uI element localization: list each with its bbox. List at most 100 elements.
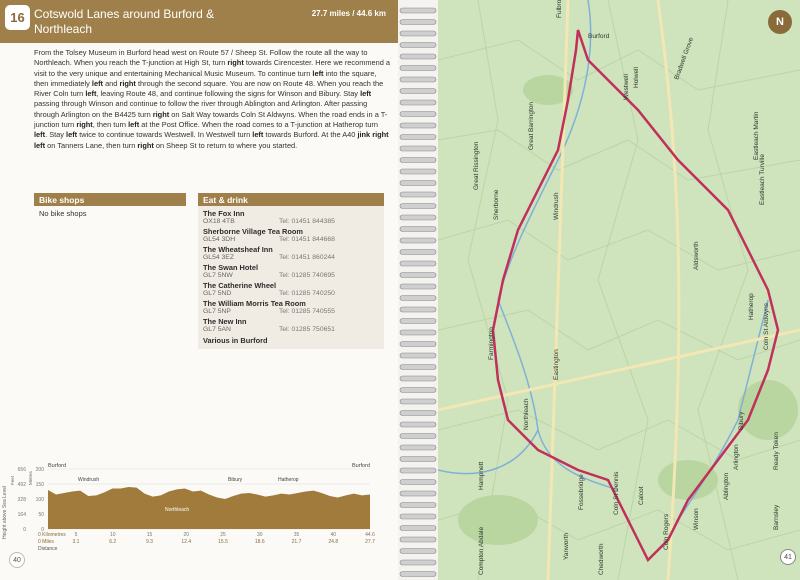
spiral-ring (399, 180, 437, 186)
description-bold: right (137, 140, 154, 150)
map-place-label: Coln St Aldwyns (763, 302, 770, 350)
map-place-label: Ablington (723, 473, 730, 500)
spiral-ring (399, 398, 437, 405)
spiral-ring (399, 203, 437, 209)
spiral-ring (399, 214, 437, 221)
profile-y-tick-ft: 492 (18, 482, 27, 488)
map-place-label: Holwell (633, 66, 640, 88)
profile-area (48, 487, 370, 529)
spiral-ring (399, 479, 437, 485)
venue-name: The Fox Inn (203, 209, 245, 218)
spiral-ring (399, 364, 437, 370)
description-text: , then turn (92, 120, 129, 130)
description-text: on Sheep St to return to where you start… (153, 140, 298, 150)
spiral-ring (399, 226, 437, 232)
spiral-ring (399, 88, 437, 94)
map-place-label: Sherborne (493, 189, 500, 220)
spiral-binding (398, 0, 438, 580)
spiral-ring (399, 456, 437, 462)
bike-shops-heading: Bike shops (34, 193, 186, 206)
map-place-label: Great Barrington (528, 102, 535, 150)
map-place-label: Ready Token (773, 432, 780, 470)
profile-km-tick: 44.6 (365, 532, 375, 538)
description-bold: left (91, 78, 104, 88)
map-place-label: Coln St Dennis (613, 471, 620, 515)
spiral-ring (399, 76, 437, 83)
venue-item: The Catherine Wheel GL7 5ND Tel: 01285 740… (203, 281, 379, 297)
profile-place-label: Bibury (228, 477, 243, 483)
spiral-ring (399, 19, 437, 25)
spiral-ring (399, 157, 437, 163)
spiral-ring (399, 341, 437, 347)
venue-phone: Tel: 01285 740555 (279, 308, 335, 315)
profile-y-tick-ft: 164 (18, 512, 27, 518)
north-compass-icon: N (768, 10, 792, 34)
spiral-ring (399, 306, 437, 313)
description-text: , leaving Route 48, and continue followi… (96, 89, 361, 99)
profile-mi-tick: 24.8 (328, 539, 338, 545)
elevation-profile: Height above Sea Level Feet Metres 200 656 15… (0, 455, 398, 555)
spiral-ring (399, 145, 437, 152)
eat-drink-box: Eat & drink The Fox Inn OX18 4TB Tel: 0145… (198, 193, 384, 349)
description-text: towards Burford. At the A40 (263, 130, 358, 140)
bike-shops-box: Bike shops No bike shops (34, 193, 186, 221)
map-place-label: Farmington (488, 327, 495, 360)
profile-km-tick: 10 (110, 532, 116, 538)
spiral-ring (399, 490, 437, 497)
map-place-label: Chedworth (598, 543, 605, 575)
spiral-ring (399, 249, 437, 255)
profile-mi-tick: 21.7 (292, 539, 302, 545)
page-number-left: 40 (9, 552, 25, 568)
venue-phone: Tel: 01285 750651 (279, 326, 335, 333)
venue-phone: Tel: 01285 740695 (279, 272, 335, 279)
venue-name: Sherborne Village Tea Room (203, 227, 303, 236)
map-place-label: Westwell (623, 74, 630, 100)
profile-km-tick: 30 (257, 532, 263, 538)
spiral-ring (399, 111, 437, 117)
description-bold: left (252, 130, 264, 140)
profile-km-tick: 5 (75, 532, 78, 538)
spiral-ring (399, 7, 437, 14)
map-place-label: Coln Rogers (663, 513, 670, 550)
spiral-ring (399, 467, 437, 474)
spiral-ring (399, 559, 437, 566)
left-page: 16 Cotswold Lanes around Burford & North… (0, 0, 398, 580)
description-text: on Tanners Lane, then turn (45, 140, 138, 150)
venue-name: The New Inn (203, 317, 247, 326)
spiral-ring (399, 421, 437, 428)
description-text: at the Post Office. When the road comes … (139, 120, 379, 130)
spiral-ring (399, 134, 437, 140)
eat-drink-extra: Various in Burford (203, 336, 268, 345)
profile-y-tick-m: 50 (38, 512, 44, 518)
profile-km-tick: 40 (330, 532, 336, 538)
profile-distance-label: Distance (38, 546, 58, 552)
profile-mi-tick: 9.3 (146, 539, 153, 545)
map-canvas: FulbrookBurfordWestwell Holwell Bradwell G… (438, 0, 800, 580)
profile-y-tick-ft: 328 (18, 497, 27, 503)
map-place-label: Aldsworth (693, 241, 700, 270)
profile-km-tick: 15 (147, 532, 153, 538)
spiral-ring (399, 65, 437, 71)
spiral-ring (399, 548, 437, 554)
profile-km-tick: 25 (220, 532, 226, 538)
profile-place-end: Burford (352, 463, 370, 469)
description-text: twice to continue towards Westwell. In W… (77, 130, 253, 140)
spiral-ring (399, 571, 437, 577)
spiral-ring (399, 99, 437, 106)
venue-phone: Tel: 01285 740250 (279, 290, 335, 297)
venue-phone: Tel: 01451 860244 (279, 254, 335, 261)
spiral-ring (399, 318, 437, 324)
spiral-ring (399, 30, 437, 37)
description-bold: right (227, 58, 244, 68)
map-place-label: Calcot (638, 486, 645, 505)
profile-metres-label: Metres (28, 470, 33, 485)
venue-item: The Swan Hotel GL7 5NW Tel: 01285 740695 (203, 263, 379, 279)
profile-y-tick-m: 100 (36, 497, 45, 503)
venue-postcode: GL7 5ND (203, 290, 232, 297)
spiral-ring (399, 42, 437, 48)
profile-y-tick-m: 200 (36, 467, 45, 473)
profile-km-label: 0 Kilometres (38, 532, 66, 538)
profile-mi-tick: 18.6 (255, 539, 265, 545)
route-header: 16 Cotswold Lanes around Burford & North… (0, 0, 398, 43)
venue-item: The Fox Inn OX18 4TB Tel: 01451 844385 (203, 209, 379, 225)
